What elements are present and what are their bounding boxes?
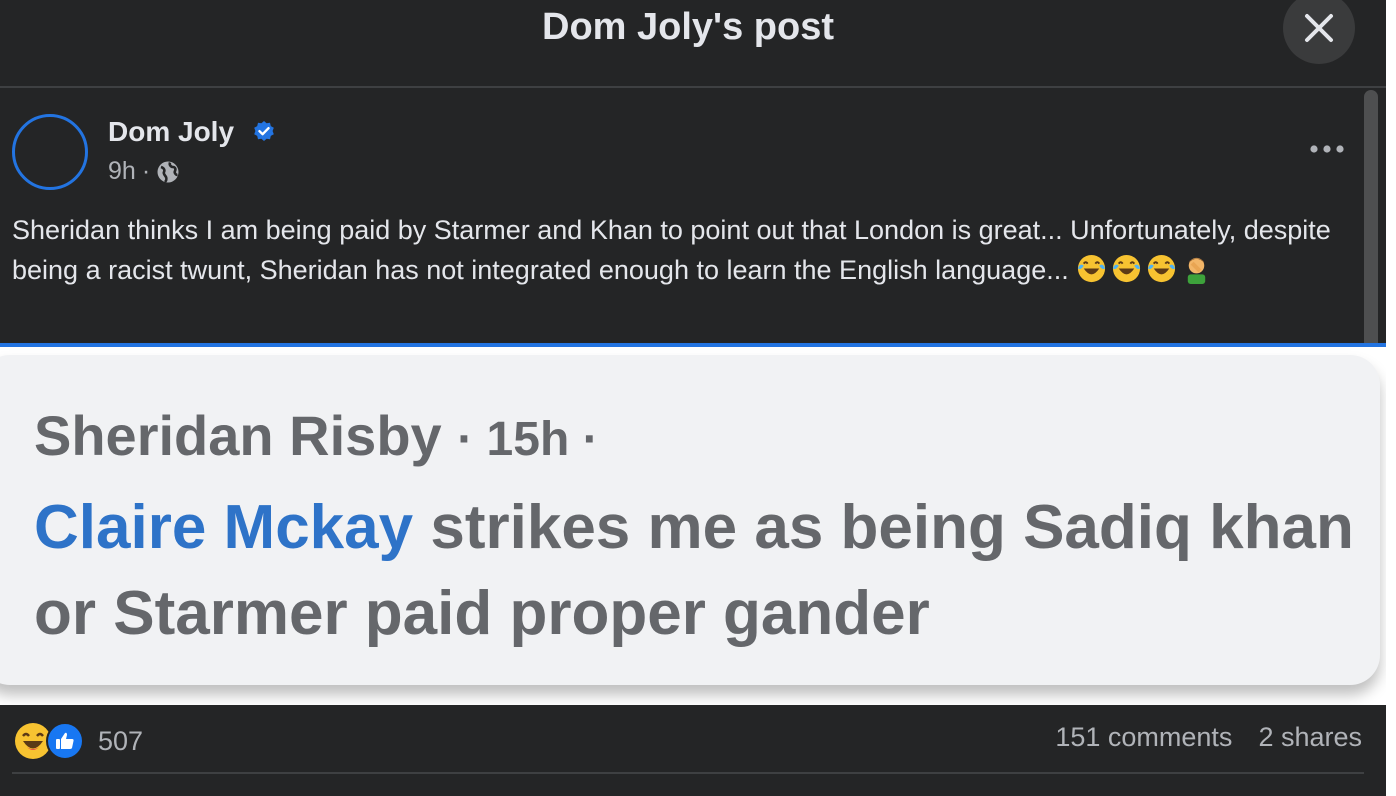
facepalm-emoji — [1188, 257, 1206, 284]
close-icon — [1305, 14, 1333, 42]
laughing-tears-emoji — [1113, 254, 1141, 283]
shares-count[interactable]: 2 shares — [1258, 722, 1362, 753]
scrollbar-thumb[interactable] — [1364, 90, 1378, 375]
globe-icon — [157, 161, 179, 183]
image-comment-body: Claire Mckay strikes me as being Sadiq k… — [34, 485, 1354, 657]
verified-badge-icon — [254, 121, 274, 141]
author-avatar[interactable] — [12, 114, 88, 190]
image-top-border — [0, 343, 1386, 347]
like-reaction-icon — [46, 722, 84, 760]
reaction-count[interactable]: 507 — [98, 726, 143, 757]
footer-divider — [12, 772, 1364, 774]
image-mention: Claire Mckay — [34, 493, 414, 562]
post-text: Sheridan thinks I am being paid by Starm… — [12, 210, 1352, 290]
post-time[interactable]: 9h — [108, 157, 136, 186]
post-meta: 9h · — [108, 157, 180, 186]
screenshot-comment-card: Sheridan Risby · 15h · Claire Mckay stri… — [0, 355, 1380, 685]
dialog-title: Dom Joly's post — [542, 6, 834, 48]
post-image[interactable]: Sheridan Risby · 15h · Claire Mckay stri… — [0, 343, 1386, 705]
image-comment-time: · 15h · — [457, 413, 599, 466]
meta-separator: · — [141, 157, 151, 185]
engagement-stats: 151 comments 2 shares — [1055, 722, 1362, 753]
more-options-button[interactable] — [1302, 130, 1352, 168]
dialog-header: Dom Joly's post — [0, 0, 1396, 88]
author-name[interactable]: Dom Joly — [108, 116, 234, 148]
image-comment-header: Sheridan Risby · 15h · — [34, 403, 599, 468]
image-commenter-name: Sheridan Risby — [34, 404, 442, 467]
laughing-tears-emoji — [1148, 254, 1176, 283]
reactions-summary[interactable]: 507 — [14, 722, 143, 760]
thumbs-up-icon — [56, 732, 74, 749]
comments-count[interactable]: 151 comments — [1055, 722, 1232, 753]
window-edge — [1386, 0, 1396, 796]
more-dots-icon — [1310, 145, 1344, 153]
laughing-tears-emoji — [1078, 254, 1106, 283]
close-button[interactable] — [1283, 0, 1355, 64]
